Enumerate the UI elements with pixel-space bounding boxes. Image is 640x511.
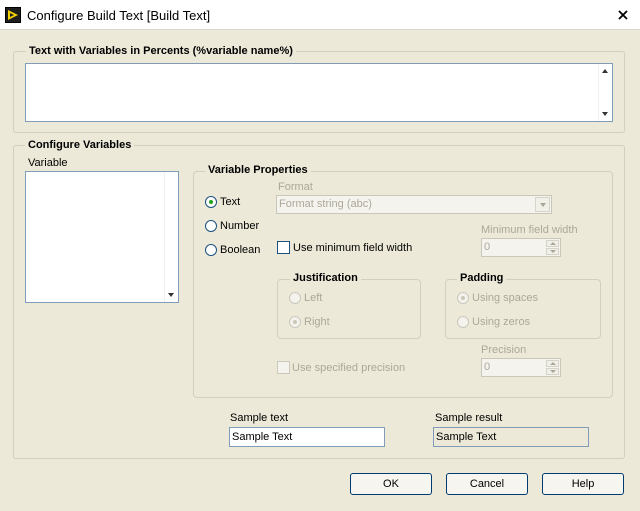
radio-justify-left-label[interactable]: Left [304,292,322,305]
ok-button[interactable]: OK [350,473,432,495]
min-width-stepper[interactable]: 0 [481,238,561,257]
radio-boolean-label[interactable]: Boolean [220,244,260,257]
radio-justify-right-label[interactable]: Right [304,316,330,329]
labview-icon [5,7,21,23]
min-width-label: Minimum field width [481,224,578,236]
radio-boolean[interactable] [205,244,217,256]
format-label: Format [278,181,313,193]
close-button[interactable] [615,7,631,23]
padding-group [445,279,601,339]
use-min-width-label[interactable]: Use minimum field width [293,242,412,255]
help-button[interactable]: Help [542,473,624,495]
scroll-down-icon[interactable] [602,112,608,116]
radio-text[interactable] [205,196,217,208]
use-min-width-checkbox[interactable] [277,241,290,254]
justification-label: Justification [290,272,361,285]
sample-text-label: Sample text [230,412,289,424]
variable-scrollbar[interactable] [164,172,178,302]
radio-pad-zeros[interactable] [457,316,469,328]
text-variables-label: Text with Variables in Percents (%variab… [26,45,296,58]
precision-label: Precision [481,344,527,356]
use-precision-label[interactable]: Use specified precision [292,362,405,375]
chevron-down-icon[interactable] [535,197,550,212]
dialog-window: Configure Build Text [Build Text] Text w… [0,0,640,511]
use-precision-checkbox[interactable] [277,361,290,374]
scroll-up-icon[interactable] [602,69,608,73]
text-with-variables-input[interactable] [25,63,613,122]
radio-number-label[interactable]: Number [220,220,259,233]
variable-list-label: Variable [28,157,68,169]
sample-text-input[interactable] [229,427,385,447]
precision-stepper[interactable]: 0 [481,358,561,377]
radio-number[interactable] [205,220,217,232]
precision-value: 0 [484,361,491,373]
padding-label: Padding [457,272,507,285]
format-value: Format string (abc) [279,198,372,210]
sample-result-label: Sample result [435,412,503,424]
close-icon [618,10,628,20]
text-scrollbar[interactable] [598,64,612,121]
spin-down-icon[interactable] [546,248,559,255]
radio-text-label[interactable]: Text [220,196,240,209]
radio-justify-right[interactable] [289,316,301,328]
window-title: Configure Build Text [Build Text] [27,8,211,23]
justification-group [277,279,421,339]
spin-up-icon[interactable] [546,240,559,247]
radio-pad-zeros-label[interactable]: Using zeros [472,316,530,329]
precision-spin-down-icon[interactable] [546,368,559,375]
list-scroll-down-icon[interactable] [168,293,174,297]
radio-pad-spaces-label[interactable]: Using spaces [472,292,538,305]
cancel-button[interactable]: Cancel [446,473,528,495]
precision-spin-up-icon[interactable] [546,360,559,367]
radio-pad-spaces[interactable] [457,292,469,304]
min-width-value: 0 [484,241,491,253]
configure-variables-label: Configure Variables [25,139,135,152]
variable-listbox[interactable] [25,171,179,303]
variable-properties-label: Variable Properties [205,164,311,177]
radio-justify-left[interactable] [289,292,301,304]
format-dropdown[interactable]: Format string (abc) [276,195,552,214]
sample-result-display: Sample Text [433,427,589,447]
title-bar[interactable]: Configure Build Text [Build Text] [0,0,640,30]
